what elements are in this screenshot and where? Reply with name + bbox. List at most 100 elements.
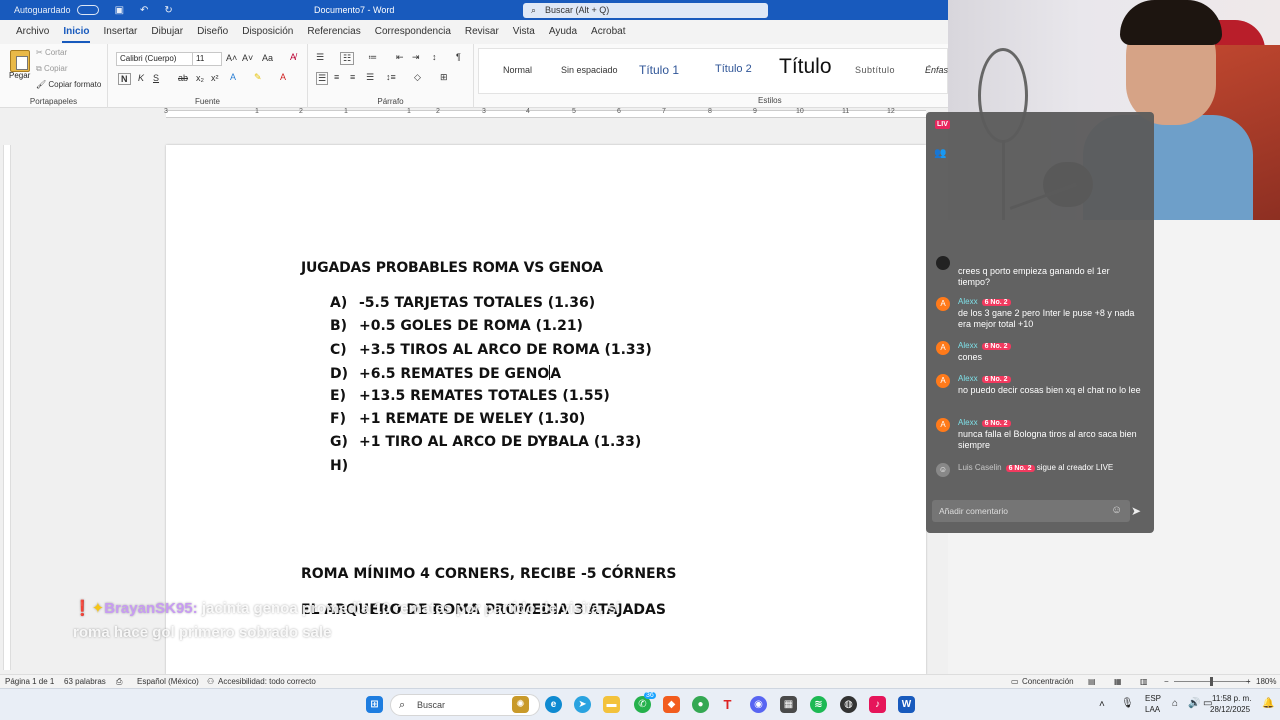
clock-time[interactable]: 11:58 p. m.: [1212, 694, 1251, 703]
text-app-icon[interactable]: T: [719, 696, 736, 713]
bold-button[interactable]: N: [118, 73, 131, 85]
people-icon[interactable]: 👥: [934, 148, 946, 159]
tab-correspondencia[interactable]: Correspondencia: [368, 20, 458, 44]
multilevel-list-icon[interactable]: ≔: [368, 52, 377, 63]
read-mode-icon[interactable]: ▤: [1088, 677, 1096, 686]
sort-icon[interactable]: ↕: [432, 52, 437, 62]
brave-icon[interactable]: ◆: [663, 696, 680, 713]
notifications-icon[interactable]: 🔔: [1262, 698, 1274, 709]
tab-dibujar[interactable]: Dibujar: [144, 20, 190, 44]
chrome-icon[interactable]: ●: [692, 696, 709, 713]
paste-button[interactable]: Pegar: [9, 71, 30, 80]
paragraph-mark-icon[interactable]: ¶: [456, 52, 461, 62]
tab-referencias[interactable]: Referencias: [300, 20, 367, 44]
italic-button[interactable]: K: [138, 73, 144, 83]
proofing-icon[interactable]: ⎙: [116, 677, 122, 687]
redo-icon[interactable]: ↻: [164, 5, 172, 16]
style-heading-1[interactable]: Título 1: [639, 63, 679, 77]
subscript-button[interactable]: x₂: [196, 73, 204, 83]
input-language[interactable]: ESP: [1145, 694, 1161, 703]
tab-ayuda[interactable]: Ayuda: [542, 20, 584, 44]
send-icon[interactable]: ➤: [1131, 504, 1141, 518]
input-region[interactable]: LAA: [1145, 705, 1160, 714]
telegram-icon[interactable]: ➤: [574, 696, 591, 713]
align-center-icon[interactable]: ≡: [334, 72, 339, 82]
zoom-in-icon[interactable]: +: [1246, 677, 1251, 686]
list-item-f[interactable]: F) +1 REMATE DE WELEY (1.30): [330, 411, 585, 427]
zoom-level[interactable]: 180%: [1256, 677, 1276, 686]
shrink-font-icon[interactable]: A˅: [242, 53, 253, 63]
clear-format-icon[interactable]: A̸: [290, 52, 296, 62]
font-size-select[interactable]: 11: [192, 52, 222, 66]
font-family-select[interactable]: Calibri (Cuerpo): [116, 52, 196, 66]
web-layout-icon[interactable]: ▥: [1140, 677, 1148, 686]
change-case-icon[interactable]: Aa: [262, 53, 273, 63]
discord-icon[interactable]: ◉: [750, 696, 767, 713]
clock-date[interactable]: 28/12/2025: [1210, 705, 1250, 714]
widget-icon[interactable]: ✺: [512, 696, 529, 713]
horizontal-ruler[interactable]: 3 1 2 1 1 2 3 4 5 6 7 8 9 10 11 12: [0, 108, 948, 120]
list-item-g[interactable]: G) +1 TIRO AL ARCO DE DYBALA (1.33): [330, 434, 641, 450]
word-icon[interactable]: W: [898, 696, 915, 713]
accessibility-status[interactable]: Accesibilidad: todo correcto: [218, 677, 316, 686]
increase-indent-icon[interactable]: ⇥: [412, 52, 420, 63]
justify-icon[interactable]: ☰: [366, 72, 374, 83]
style-emphasis[interactable]: Énfas: [925, 65, 948, 75]
font-color-icon[interactable]: A: [280, 72, 286, 82]
chat-username[interactable]: Luis Caselin 6 No. 2 sigue al creador LIV…: [958, 463, 1113, 472]
spotify-icon[interactable]: ≋: [810, 696, 827, 713]
emoji-icon[interactable]: ☺: [1111, 504, 1122, 516]
comment-input[interactable]: Añadir comentario: [932, 500, 1130, 522]
list-item-d[interactable]: D) +6.5 REMATES DE GENOA: [330, 365, 561, 382]
list-item-h[interactable]: H): [330, 458, 359, 474]
text-effects-icon[interactable]: A: [230, 72, 236, 82]
align-right-icon[interactable]: ≡: [350, 72, 355, 82]
windows-start-icon[interactable]: ⊞: [366, 696, 383, 713]
zoom-out-icon[interactable]: −: [1164, 677, 1169, 686]
list-item-b[interactable]: B) +0.5 GOLES DE ROMA (1.21): [330, 318, 583, 334]
volume-icon[interactable]: 🔊: [1188, 698, 1200, 709]
network-icon[interactable]: ⌂: [1172, 698, 1178, 709]
tab-revisar[interactable]: Revisar: [458, 20, 506, 44]
document-page[interactable]: JUGADAS PROBABLES ROMA VS GENOA A) -5.5 T…: [166, 145, 926, 675]
corners-line[interactable]: ROMA MÍNIMO 4 CORNERS, RECIBE -5 CÓRNERS: [301, 566, 676, 582]
format-painter-button[interactable]: 🖌 Copiar formato: [36, 80, 101, 89]
highlight-icon[interactable]: ✎: [254, 72, 262, 83]
language-indicator[interactable]: Español (México): [137, 677, 199, 686]
chat-username[interactable]: Alexx 6 No. 2: [958, 374, 1011, 383]
chat-username[interactable]: Alexx 6 No. 2: [958, 418, 1011, 427]
bullets-icon[interactable]: ☰: [316, 52, 324, 63]
tab-diseno[interactable]: Diseño: [190, 20, 235, 44]
line-spacing-icon[interactable]: ↕≡: [386, 72, 396, 82]
shading-icon[interactable]: ◇: [414, 72, 421, 83]
chat-username[interactable]: Alexx 6 No. 2: [958, 341, 1011, 350]
borders-icon[interactable]: ⊞: [440, 72, 448, 83]
word-count[interactable]: 63 palabras: [64, 677, 106, 686]
numbering-icon[interactable]: ☷: [340, 52, 355, 65]
save-icon[interactable]: ▣: [115, 5, 124, 16]
cut-button[interactable]: ✂ Cortar: [36, 48, 67, 57]
style-normal[interactable]: Normal: [503, 65, 532, 75]
style-title[interactable]: Título: [779, 55, 832, 79]
title-search-box[interactable]: ⌕ Buscar (Alt + Q): [523, 3, 768, 18]
list-item-c[interactable]: C) +3.5 TIROS AL ARCO DE ROMA (1.33): [330, 342, 652, 358]
style-subtitle[interactable]: Subtítulo: [855, 65, 895, 75]
copy-button[interactable]: ⧉ Copiar: [36, 64, 68, 74]
vertical-ruler[interactable]: [3, 145, 11, 670]
tab-insertar[interactable]: Insertar: [96, 20, 144, 44]
page-count[interactable]: Página 1 de 1: [5, 677, 54, 686]
chevron-up-icon[interactable]: ˄: [1099, 699, 1105, 710]
tab-inicio[interactable]: Inicio: [56, 20, 96, 44]
edge-icon[interactable]: e: [545, 696, 562, 713]
tab-vista[interactable]: Vista: [506, 20, 542, 44]
decrease-indent-icon[interactable]: ⇤: [396, 52, 404, 63]
superscript-button[interactable]: x²: [211, 73, 219, 83]
zoom-slider-thumb[interactable]: [1210, 677, 1213, 686]
file-explorer-icon[interactable]: ▬: [603, 696, 620, 713]
underline-button[interactable]: S: [153, 73, 159, 83]
align-left-icon[interactable]: ☰: [316, 72, 329, 85]
tiktok-icon[interactable]: ♪: [869, 696, 886, 713]
microphone-icon[interactable]: 🎙: [1121, 698, 1134, 709]
autosave-toggle[interactable]: [76, 5, 99, 15]
document-title[interactable]: JUGADAS PROBABLES ROMA VS GENOA: [301, 260, 603, 276]
